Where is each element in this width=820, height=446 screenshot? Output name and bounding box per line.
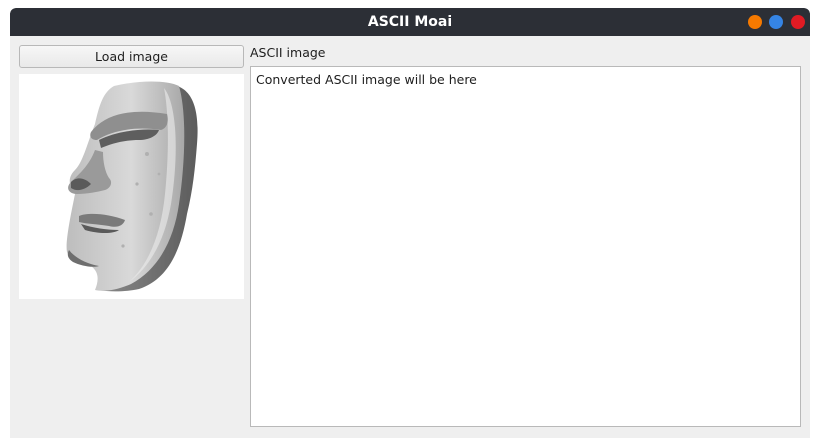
load-image-button[interactable]: Load image — [19, 45, 244, 68]
window-title: ASCII Moai — [367, 14, 453, 30]
image-preview — [19, 74, 244, 299]
title-bar[interactable]: ASCII Moai — [10, 8, 810, 36]
app-window: ASCII Moai Load image ASCII image Conver… — [10, 8, 810, 438]
maximize-button[interactable] — [769, 15, 783, 29]
moai-icon — [66, 81, 198, 292]
ascii-output-textarea[interactable] — [250, 66, 801, 427]
close-button[interactable] — [791, 15, 805, 29]
minimize-button[interactable] — [748, 15, 762, 29]
ascii-image-label: ASCII image — [250, 45, 326, 60]
